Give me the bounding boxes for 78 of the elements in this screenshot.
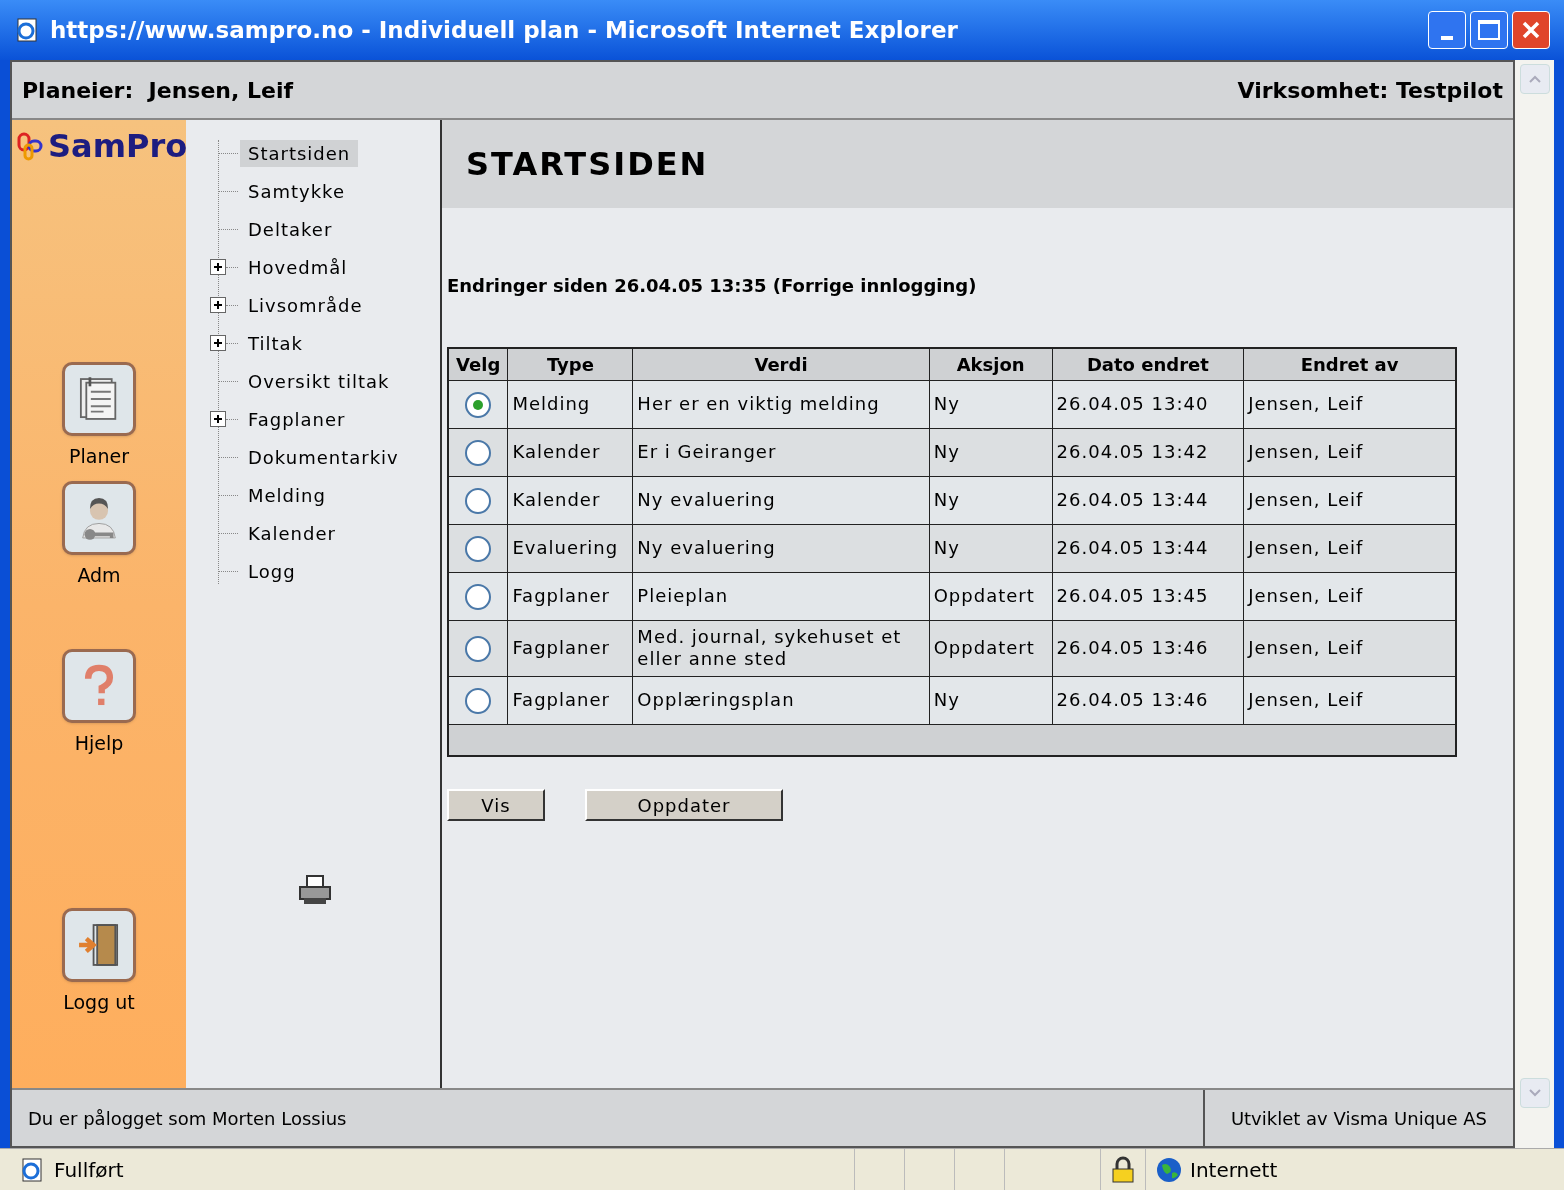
- tree-item[interactable]: Samtykke: [240, 177, 353, 205]
- developer-credit: Utviklet av Visma Unique AS: [1230, 1106, 1487, 1131]
- tree-item[interactable]: Livsområde: [240, 291, 371, 319]
- window-title: https://www.sampro.no - Individuell plan - Microsoft Internet Explorer: [50, 15, 959, 45]
- tree-item[interactable]: Kalender: [240, 519, 344, 547]
- table-cell: Ny: [929, 676, 1053, 724]
- table-cell: Opplæringsplan: [632, 676, 930, 724]
- table-cell: Oppdatert: [929, 620, 1053, 676]
- radio-button[interactable]: [465, 392, 492, 418]
- tree-item[interactable]: Hovedmål: [240, 253, 356, 281]
- column-header: Dato endret: [1052, 348, 1244, 380]
- table-cell: 26.04.05 13:46: [1052, 676, 1244, 724]
- table-cell: 26.04.05 13:44: [1052, 476, 1244, 524]
- table-cell: Ny: [929, 428, 1053, 476]
- tree-item[interactable]: Dokumentarkiv: [240, 443, 407, 471]
- radio-button[interactable]: [465, 636, 492, 662]
- close-button[interactable]: [1512, 11, 1550, 49]
- table-cell: Ny: [929, 476, 1053, 524]
- tree-item[interactable]: Fagplaner: [240, 405, 354, 433]
- radio-button[interactable]: [465, 584, 492, 610]
- expand-icon: [210, 411, 226, 427]
- tree-item[interactable]: Logg: [240, 557, 304, 585]
- table-cell: Ny: [929, 380, 1053, 428]
- login-info: Du er pålogget som Morten Lossius: [28, 1106, 347, 1131]
- tree-item[interactable]: Melding: [240, 481, 334, 509]
- logo-text: SamPro: [48, 130, 188, 162]
- expand-icon: [210, 335, 226, 351]
- radio-button[interactable]: [465, 440, 492, 466]
- table-cell: Fagplaner: [507, 572, 633, 620]
- tree-item[interactable]: Deltaker: [240, 215, 341, 243]
- table-cell: Er i Geiranger: [632, 428, 930, 476]
- table-cell: Fagplaner: [507, 676, 633, 724]
- plan-owner: Planeier: Jensen, Leif: [22, 76, 294, 105]
- table-cell: 26.04.05 13:46: [1052, 620, 1244, 676]
- column-header: Aksjon: [929, 348, 1053, 380]
- padlock-icon: [1111, 1155, 1135, 1184]
- page-title: STARTSIDEN: [466, 144, 709, 185]
- changes-heading: Endringer siden 26.04.05 13:35 (Forrige innlogging): [447, 274, 978, 298]
- table-cell: Pleieplan: [632, 572, 930, 620]
- table-cell: 26.04.05 13:45: [1052, 572, 1244, 620]
- table-cell: Ny evaluering: [632, 476, 930, 524]
- table-cell: Oppdatert: [929, 572, 1053, 620]
- table-cell: Kalender: [507, 476, 633, 524]
- column-header: Type: [507, 348, 633, 380]
- status-text: Fullført: [54, 1156, 125, 1184]
- table-cell: 26.04.05 13:42: [1052, 428, 1244, 476]
- maximize-button[interactable]: [1470, 11, 1508, 49]
- company-name: Virksomhet: Testpilot: [1237, 76, 1503, 105]
- security-zone: Internett: [1190, 1156, 1278, 1184]
- table-cell: Med. journal, sykehuset et eller anne sted: [632, 620, 930, 676]
- table-cell: 26.04.05 13:40: [1052, 380, 1244, 428]
- printer-icon: [298, 874, 332, 906]
- table-cell: Ny: [929, 524, 1053, 572]
- table-cell: Evaluering: [507, 524, 633, 572]
- close-icon: [1521, 20, 1541, 40]
- radio-button[interactable]: [465, 536, 492, 562]
- expand-icon: [210, 259, 226, 275]
- action-button[interactable]: Vis: [447, 789, 545, 821]
- tree-item[interactable]: Startsiden: [240, 139, 359, 167]
- table-cell: Fagplaner: [507, 620, 633, 676]
- radio-button[interactable]: [465, 688, 492, 714]
- table-cell: 26.04.05 13:44: [1052, 524, 1244, 572]
- minimize-icon: [1441, 36, 1453, 40]
- action-button[interactable]: Oppdater: [585, 789, 783, 821]
- table-cell: Ny evaluering: [632, 524, 930, 572]
- logo-icon: [16, 131, 44, 161]
- expand-icon: [210, 297, 226, 313]
- column-header: Velg: [448, 348, 508, 380]
- column-header: Verdi: [632, 348, 930, 380]
- table-cell: Her er en viktig melding: [632, 380, 930, 428]
- table-cell: Kalender: [507, 428, 633, 476]
- tree-item[interactable]: Oversikt tiltak: [240, 367, 398, 395]
- minimize-button[interactable]: [1428, 11, 1466, 49]
- globe-icon: [1156, 1156, 1182, 1183]
- radio-button[interactable]: [465, 488, 492, 514]
- tree-item[interactable]: Tiltak: [240, 329, 311, 357]
- maximize-icon: [1478, 20, 1500, 40]
- table-cell: Melding: [507, 380, 633, 428]
